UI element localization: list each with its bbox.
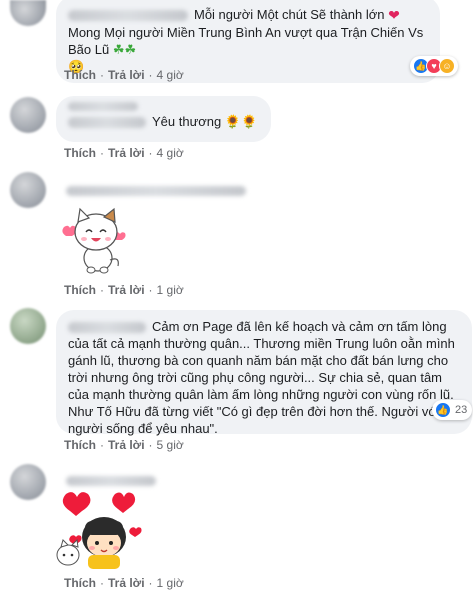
comment-actions: Thích · Trả lời · 1 giờ: [64, 283, 184, 297]
reaction-summary[interactable]: 👍 23: [432, 400, 473, 420]
timestamp[interactable]: 4 giờ: [157, 68, 184, 82]
comment-text: Mỗi người Một chút Sẽ thành lớn: [194, 7, 385, 22]
comment-actions: Thích · Trả lời · 4 giờ: [64, 68, 184, 82]
like-icon: 👍: [435, 402, 451, 418]
timestamp[interactable]: 1 giờ: [157, 283, 184, 297]
reply-link[interactable]: Trả lời: [108, 68, 145, 82]
commenter-avatar[interactable]: [10, 172, 46, 208]
commenter-name[interactable]: [68, 10, 188, 22]
commenter-name-bar: [56, 466, 176, 486]
girl-hearts-sticker: [56, 492, 142, 569]
comment-bubble: Cảm ơn Page đã lên kế hoạch và cảm ơn tấ…: [56, 310, 472, 436]
commenter-name[interactable]: [66, 185, 246, 196]
commenter-avatar[interactable]: [10, 0, 46, 26]
like-link[interactable]: Thích: [64, 576, 96, 590]
commenter-name-blur: [68, 117, 146, 129]
like-link[interactable]: Thích: [64, 283, 96, 297]
commenter-name[interactable]: [68, 102, 138, 111]
haha-icon: ☺: [439, 58, 455, 74]
like-link[interactable]: Thích: [64, 438, 96, 452]
comment-bubble: Yêu thương 🌻🌻: [56, 96, 271, 142]
commenter-avatar[interactable]: [10, 308, 46, 344]
sunflower-emoji: 🌻🌻: [224, 114, 258, 129]
comment-actions: Thích · Trả lời · 1 giờ: [64, 576, 184, 590]
red-heart-icon: ❤: [388, 7, 400, 23]
reply-link[interactable]: Trả lời: [108, 576, 145, 590]
like-link[interactable]: Thích: [64, 68, 96, 82]
reply-link[interactable]: Trả lời: [108, 283, 145, 297]
commenter-avatar[interactable]: [10, 464, 46, 500]
timestamp[interactable]: 1 giờ: [157, 576, 184, 590]
commenter-name[interactable]: [66, 475, 156, 486]
cat-sticker: [62, 207, 126, 274]
commenter-name-bar: [56, 176, 266, 196]
comment-actions: Thích · Trả lời · 5 giờ: [64, 438, 184, 452]
comment-text: Cảm ơn Page đã lên kế hoạch và cảm ơn tấ…: [68, 319, 455, 436]
reply-link[interactable]: Trả lời: [108, 438, 145, 452]
reaction-summary[interactable]: 👍 ♥ ☺: [410, 56, 458, 76]
like-link[interactable]: Thích: [64, 146, 96, 160]
timestamp[interactable]: 5 giờ: [157, 438, 184, 452]
reply-link[interactable]: Trả lời: [108, 146, 145, 160]
reaction-count: 23: [455, 404, 468, 416]
comment-text: Yêu thương: [152, 114, 222, 129]
comment-actions: Thích · Trả lời · 4 giờ: [64, 146, 184, 160]
commenter-avatar[interactable]: [10, 97, 46, 133]
commenter-name[interactable]: [68, 322, 146, 334]
timestamp[interactable]: 4 giờ: [157, 146, 184, 160]
shamrock-emoji: ☘☘: [112, 42, 137, 57]
